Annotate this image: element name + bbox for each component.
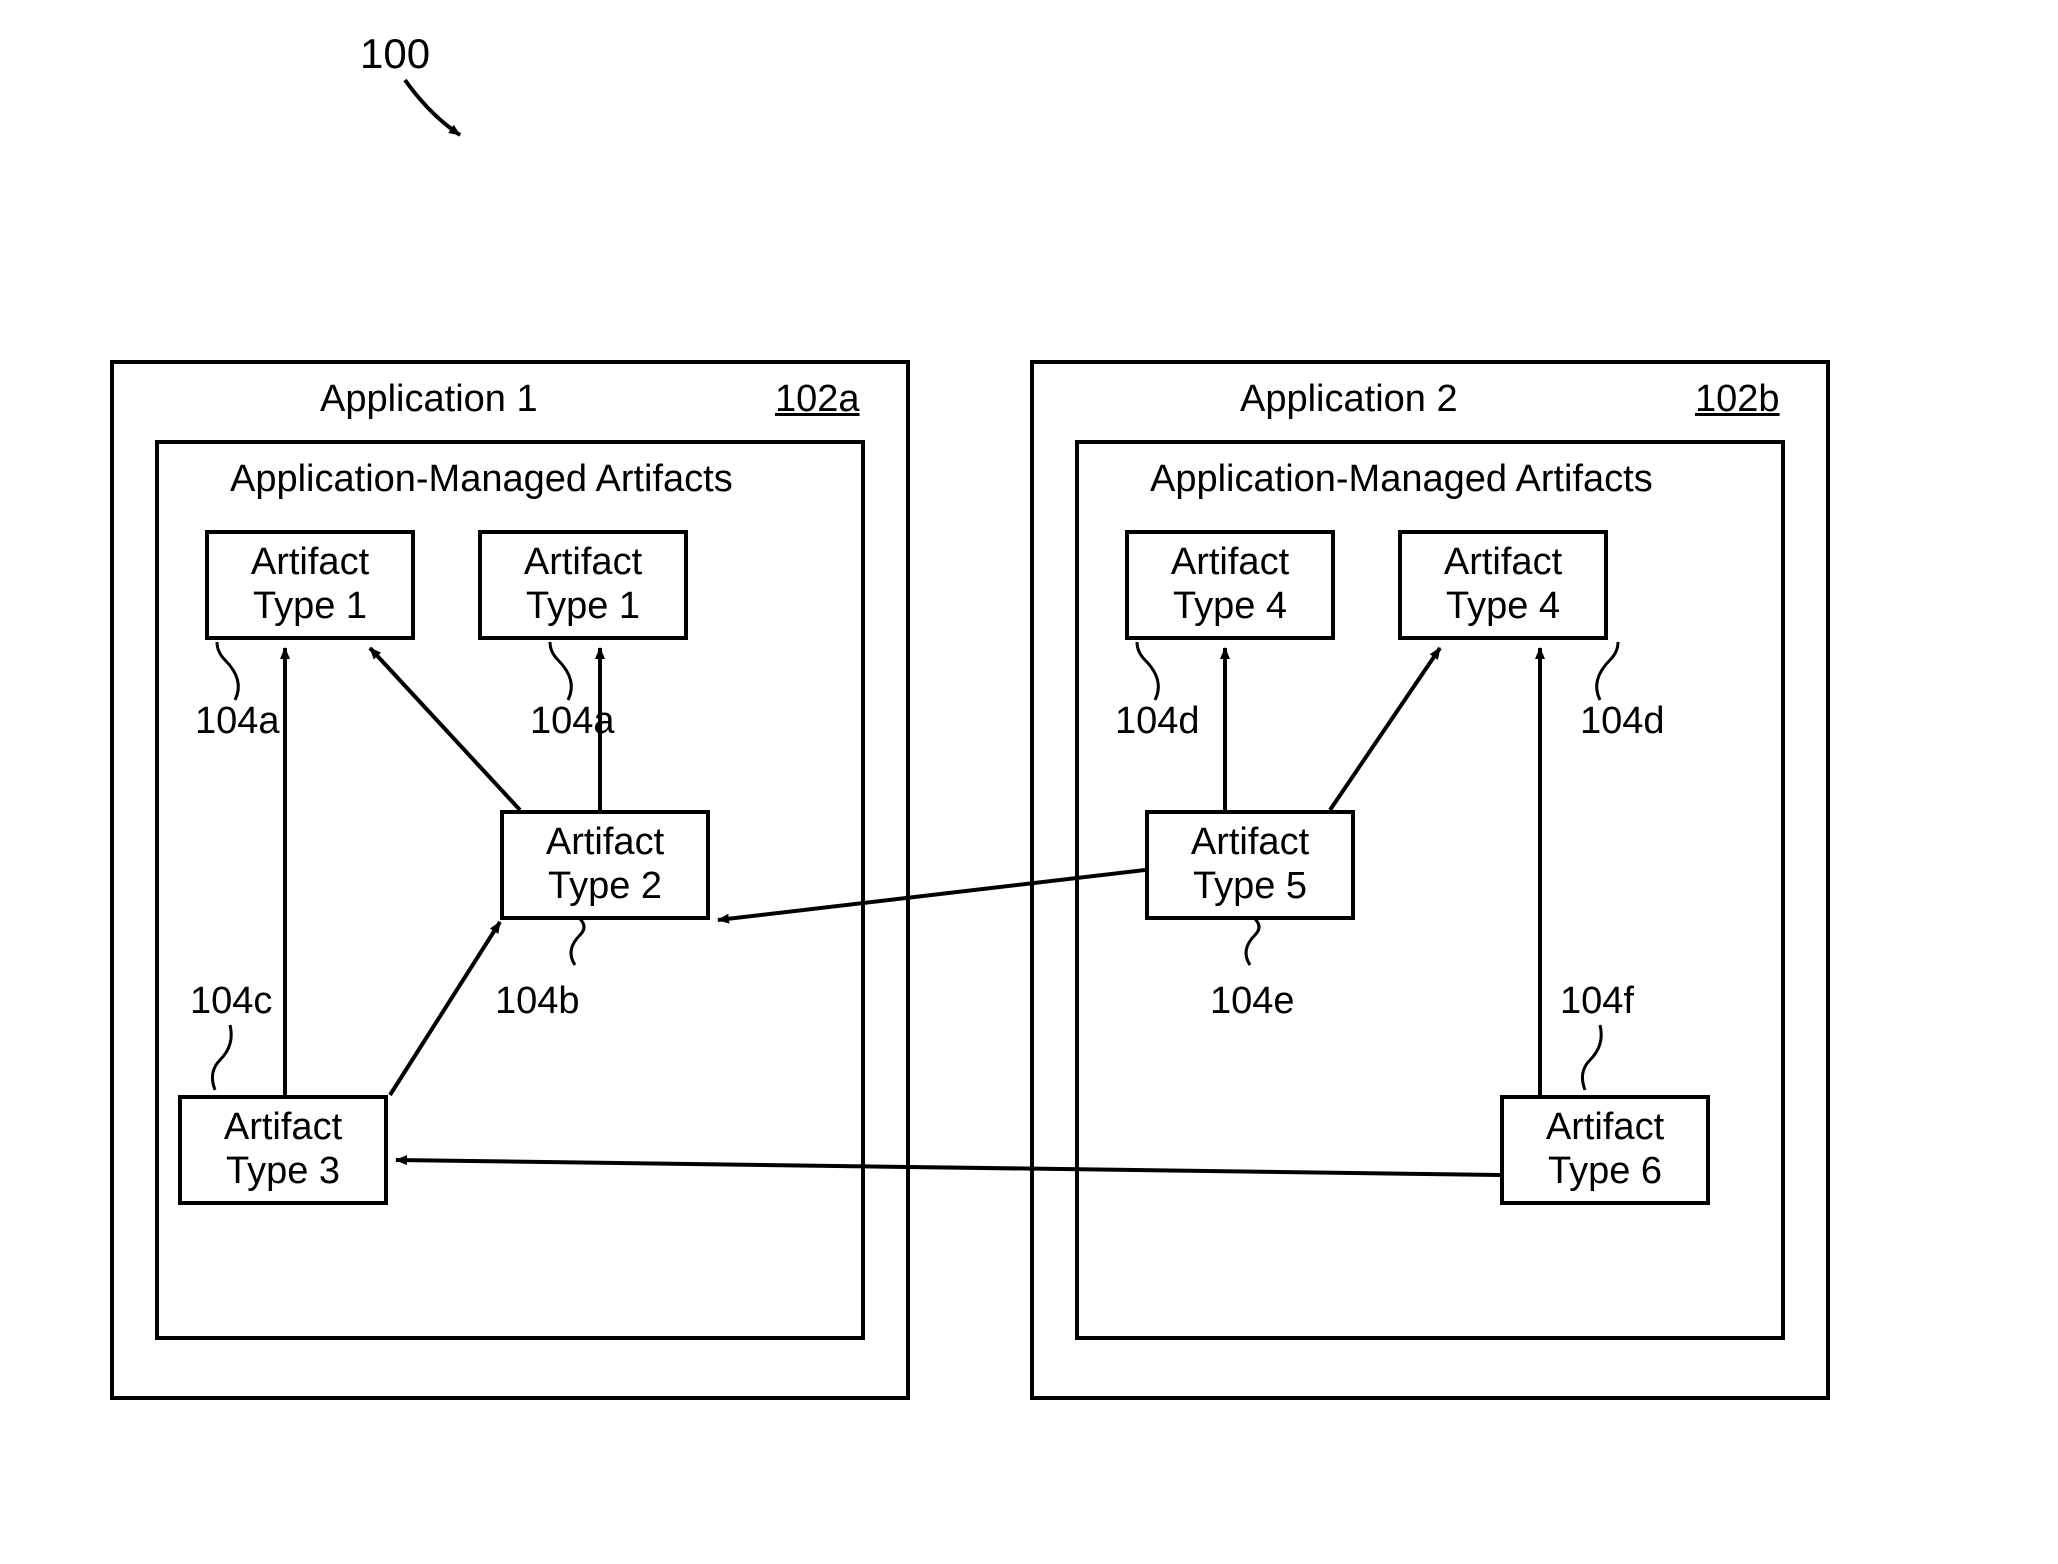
artifact-label: Type 1 xyxy=(526,585,640,627)
artifact-ref-104b: 104b xyxy=(495,980,580,1024)
artifact-ref-104c: 104c xyxy=(190,980,272,1024)
artifact-type-6: Artifact Type 6 xyxy=(1500,1095,1710,1205)
artifact-label: Artifact xyxy=(251,541,369,583)
artifact-label: Artifact xyxy=(1191,821,1309,863)
artifact-ref-104e: 104e xyxy=(1210,980,1295,1024)
artifact-type-1-right: Artifact Type 1 xyxy=(478,530,688,640)
artifact-label: Artifact xyxy=(1546,1106,1664,1148)
artifact-label: Artifact xyxy=(224,1106,342,1148)
artifact-label: Type 2 xyxy=(548,865,662,907)
app2-ref: 102b xyxy=(1695,378,1780,422)
artifact-label: Artifact xyxy=(1444,541,1562,583)
artifact-label: Type 4 xyxy=(1173,585,1287,627)
diagram-stage: 100 Application 1 102a Application-Manag… xyxy=(0,0,2058,1564)
artifact-label: Type 6 xyxy=(1548,1150,1662,1192)
artifact-label: Artifact xyxy=(546,821,664,863)
artifact-type-1-left: Artifact Type 1 xyxy=(205,530,415,640)
artifact-ref-104a-right: 104a xyxy=(530,700,615,744)
artifact-type-4-left: Artifact Type 4 xyxy=(1125,530,1335,640)
artifact-label: Type 4 xyxy=(1446,585,1560,627)
artifact-type-2: Artifact Type 2 xyxy=(500,810,710,920)
app1-ref: 102a xyxy=(775,378,860,422)
artifact-ref-104d-right: 104d xyxy=(1580,700,1665,744)
artifact-label: Type 1 xyxy=(253,585,367,627)
artifact-ref-104f: 104f xyxy=(1560,980,1634,1024)
artifact-ref-104d-left: 104d xyxy=(1115,700,1200,744)
app2-title: Application 2 xyxy=(1240,378,1458,422)
artifact-label: Artifact xyxy=(1171,541,1289,583)
artifact-label: Type 3 xyxy=(226,1150,340,1192)
artifact-type-3: Artifact Type 3 xyxy=(178,1095,388,1205)
artifact-type-5: Artifact Type 5 xyxy=(1145,810,1355,920)
app2-inner-title: Application-Managed Artifacts xyxy=(1150,458,1653,502)
artifact-type-4-right: Artifact Type 4 xyxy=(1398,530,1608,640)
artifact-label: Type 5 xyxy=(1193,865,1307,907)
artifact-label: Artifact xyxy=(524,541,642,583)
app1-inner-title: Application-Managed Artifacts xyxy=(230,458,733,502)
artifact-ref-104a-left: 104a xyxy=(195,700,280,744)
figure-ref-label: 100 xyxy=(360,30,430,78)
app1-title: Application 1 xyxy=(320,378,538,422)
